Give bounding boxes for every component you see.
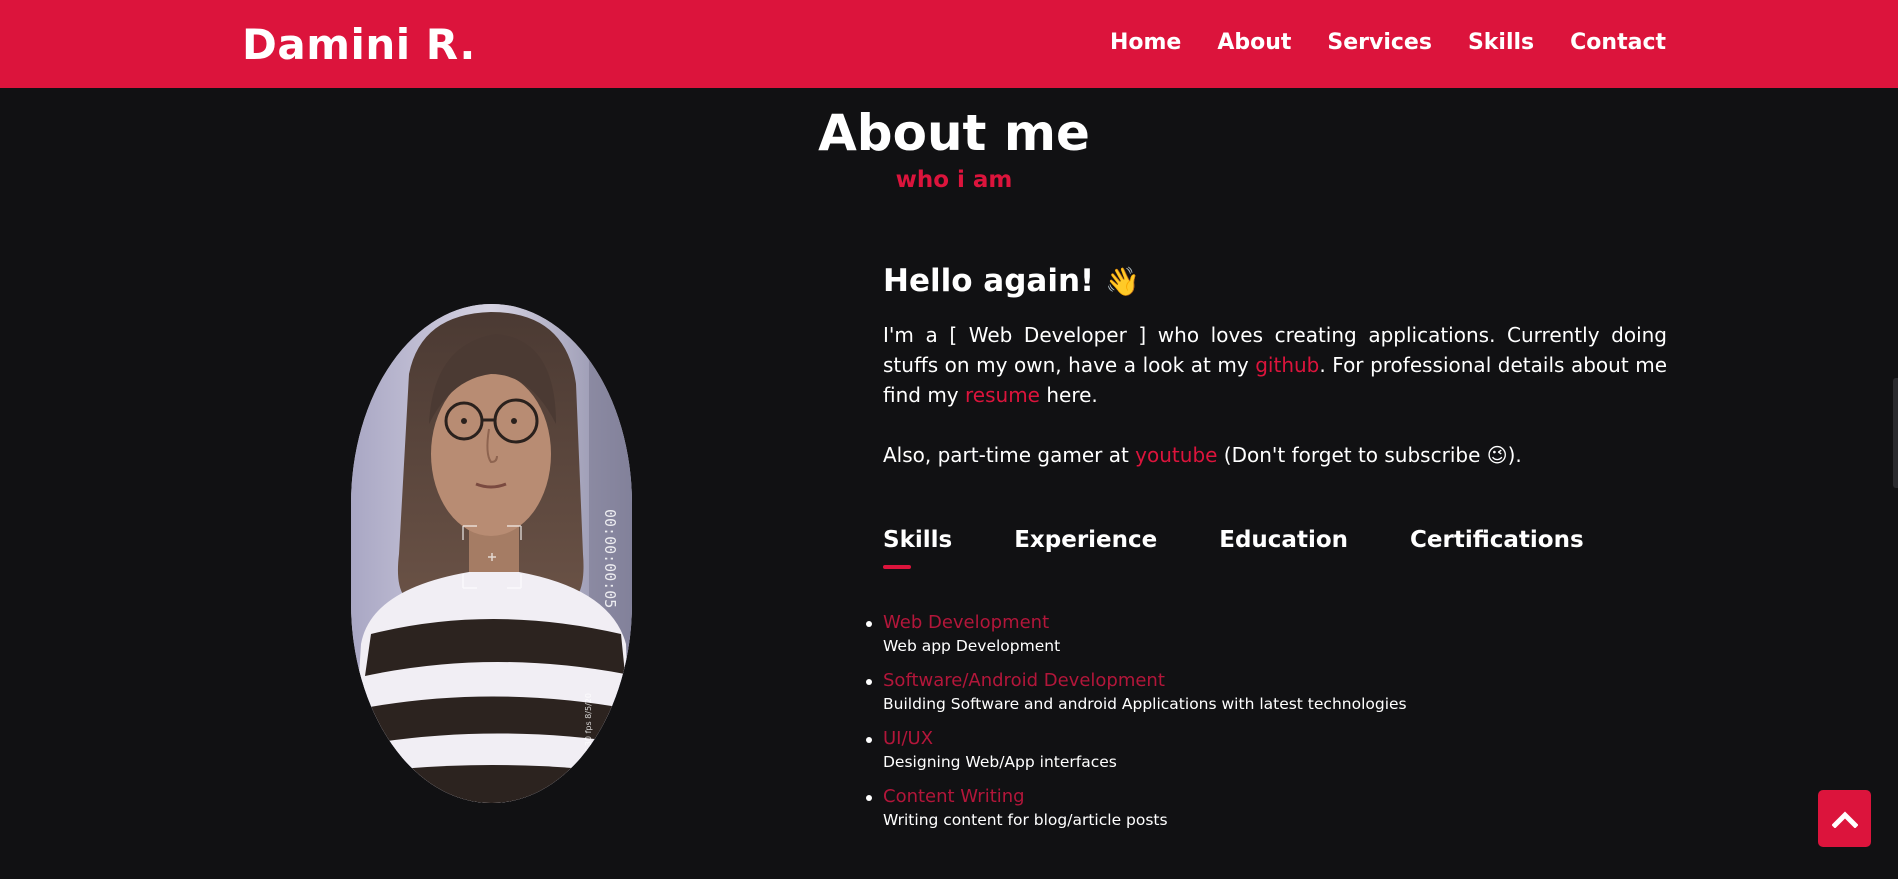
intro-text-3: here. [1040, 383, 1098, 407]
chevron-up-icon [1831, 810, 1858, 828]
nav-item-services: Services [1327, 30, 1432, 55]
greeting-text: Hello again! [883, 263, 1095, 299]
scroll-top-button[interactable] [1818, 790, 1871, 847]
navbar: Damini R. Home About Services Skills Con… [0, 0, 1898, 88]
wave-icon: 👋 [1104, 265, 1140, 298]
nav-item-home: Home [1110, 30, 1181, 55]
intro-paragraph: I'm a [ Web Developer ] who loves creati… [883, 320, 1667, 410]
youtube-link[interactable]: youtube [1135, 443, 1217, 467]
tab-skills[interactable]: Skills [883, 527, 952, 569]
nav-link-services[interactable]: Services [1327, 30, 1432, 55]
gamer-text-1: Also, part-time gamer at [883, 443, 1136, 467]
skill-title: Software/Android Development [883, 670, 1165, 691]
gamer-text-3: ). [1507, 443, 1522, 467]
skill-item: UI/UX Designing Web/App interfaces [866, 727, 1583, 773]
tab-education[interactable]: Education [1219, 527, 1348, 553]
skill-item: Content Writing Writing content for blog… [866, 785, 1583, 831]
format-label: 4K 30 fps 8/5/20 [584, 693, 593, 759]
skill-title: Content Writing [883, 786, 1025, 807]
skills-list: Web Development Web app Development Soft… [866, 611, 1583, 843]
section-title: About me [818, 104, 1090, 162]
nav-item-about: About [1217, 30, 1291, 55]
about-tabs: Skills Experience Education Certificatio… [883, 527, 1646, 569]
skill-description: Writing content for blog/article posts [883, 811, 1168, 829]
gamer-text-2: (Don't forget to subscribe [1217, 443, 1487, 467]
nav-link-home[interactable]: Home [1110, 30, 1181, 55]
nav-link-skills[interactable]: Skills [1468, 30, 1534, 55]
nav-link-about[interactable]: About [1217, 30, 1291, 55]
skill-description: Web app Development [883, 637, 1061, 655]
resume-link[interactable]: resume [965, 383, 1040, 407]
wink-icon: 😉 [1486, 443, 1508, 467]
profile-photo: ● REC MENU 00:00:00:05 4K 30 fps 8/5/20 [351, 304, 632, 803]
nav-item-skills: Skills [1468, 30, 1534, 55]
nav-menu: Home About Services Skills Contact [1074, 30, 1666, 55]
rec-label: ● REC [368, 335, 378, 364]
nav-link-contact[interactable]: Contact [1570, 30, 1666, 55]
scrollbar-edge[interactable] [1893, 378, 1898, 488]
skill-title: Web Development [883, 612, 1050, 633]
skill-title: UI/UX [883, 728, 934, 749]
timecode-label: 00:00:00:05 [601, 509, 619, 608]
skill-description: Building Software and android Applicatio… [883, 695, 1407, 713]
greeting-heading: Hello again! 👋 [883, 263, 1140, 299]
portrait-image: ● REC MENU 00:00:00:05 4K 30 fps 8/5/20 [351, 304, 632, 803]
skill-item: Software/Android Development Building So… [866, 669, 1583, 715]
tab-certifications[interactable]: Certifications [1410, 527, 1584, 553]
brand-logo[interactable]: Damini R. [242, 20, 476, 69]
gamer-paragraph: Also, part-time gamer at youtube (Don't … [883, 440, 1522, 470]
nav-item-contact: Contact [1570, 30, 1666, 55]
menu-label: MENU [612, 359, 622, 386]
tab-experience[interactable]: Experience [1014, 527, 1157, 553]
skill-item: Web Development Web app Development [866, 611, 1583, 657]
section-subtitle: who i am [895, 167, 1013, 193]
github-link[interactable]: github [1255, 353, 1319, 377]
skill-description: Designing Web/App interfaces [883, 753, 1117, 771]
